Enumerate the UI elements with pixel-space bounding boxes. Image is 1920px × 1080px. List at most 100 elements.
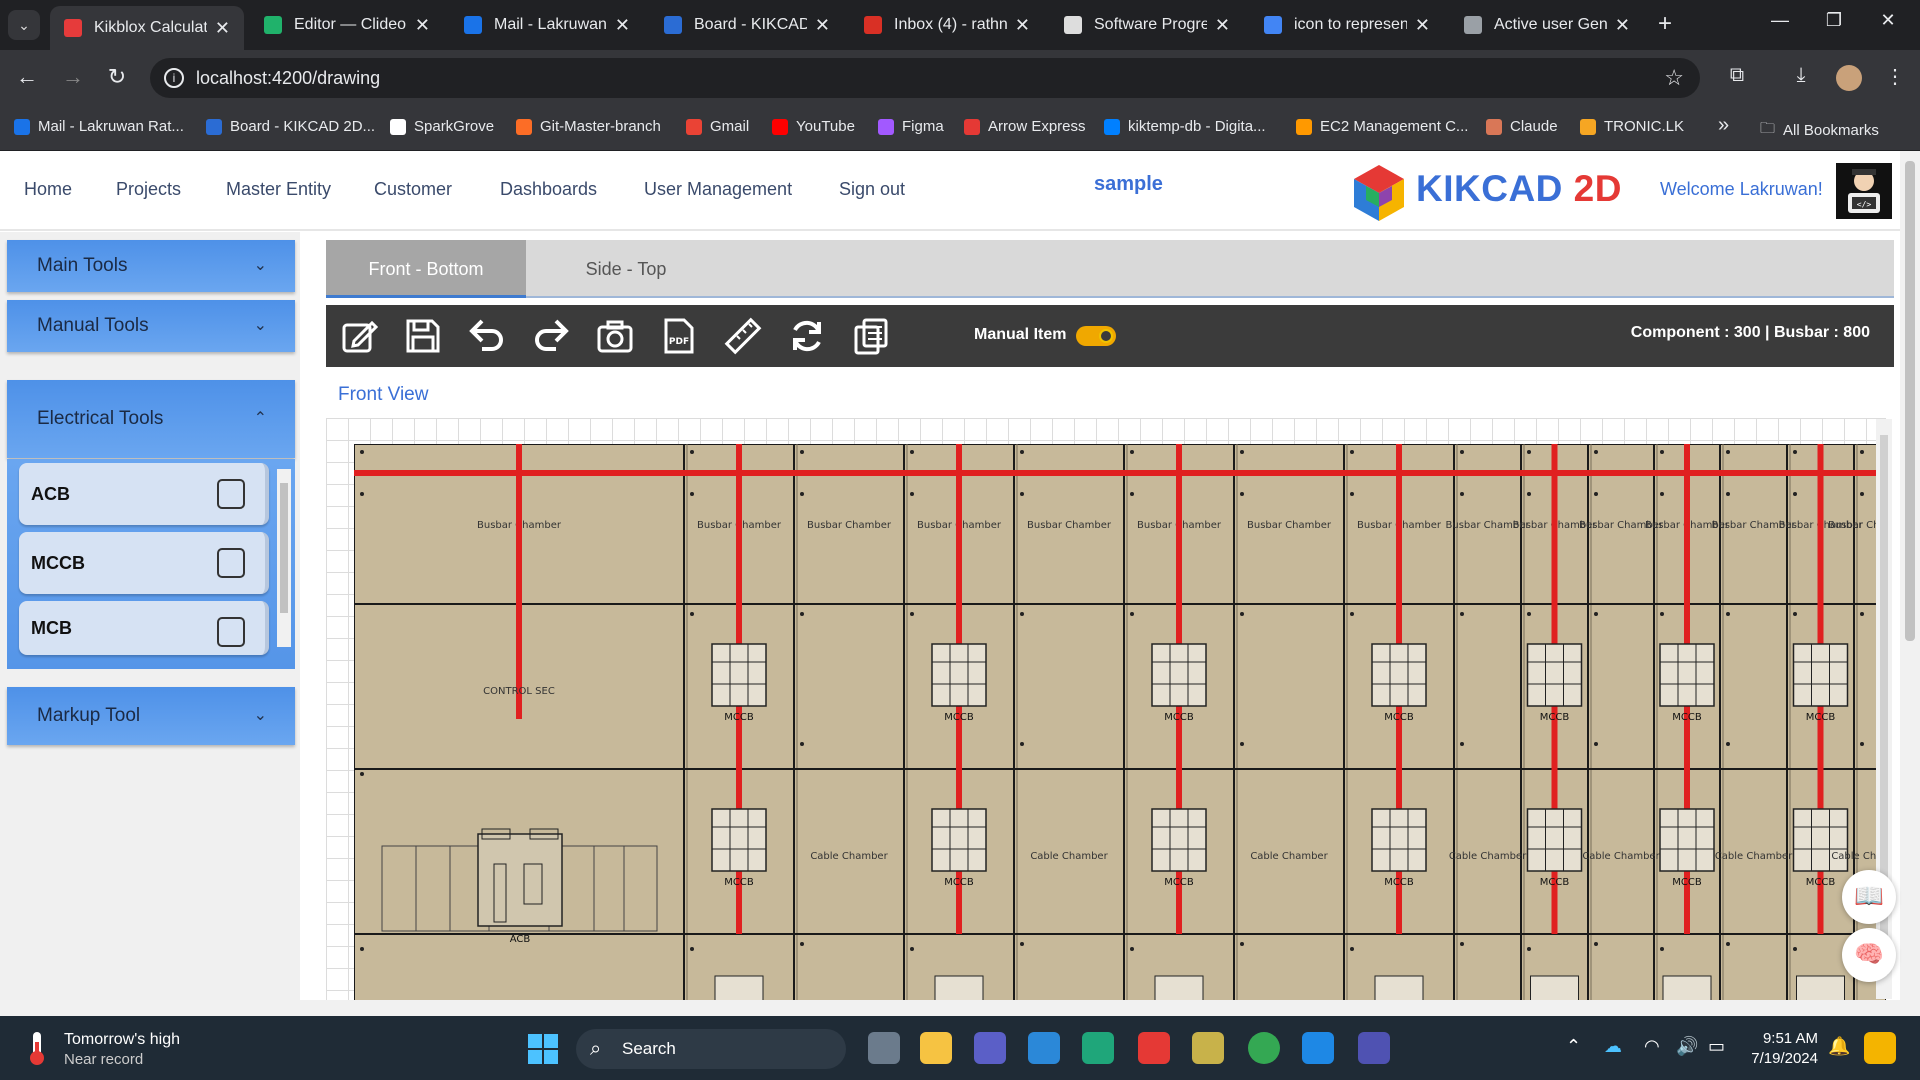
nav-master-entity[interactable]: Master Entity — [226, 179, 331, 200]
bookmark-item[interactable]: EC2 Management C... — [1296, 118, 1468, 135]
site-info-icon[interactable]: i — [164, 68, 184, 88]
wps-office-icon[interactable] — [1138, 1032, 1170, 1064]
bookmark-item[interactable]: Board - KIKCAD 2D... — [206, 118, 375, 135]
tool-list-scrollbar[interactable] — [277, 469, 291, 647]
refresh-icon[interactable] — [788, 317, 826, 355]
tab-search-button[interactable]: ⌄ — [8, 10, 40, 40]
tool-item-acb[interactable]: ACB — [19, 463, 269, 525]
bookmark-item[interactable]: Gmail — [686, 118, 749, 135]
taskbar-search[interactable]: ⌕ Search — [576, 1029, 846, 1069]
volume-icon[interactable]: 🔊 — [1676, 1036, 1698, 1057]
bookmark-item[interactable]: Claude — [1486, 118, 1558, 135]
back-button[interactable]: ← — [12, 64, 42, 90]
browser-tab[interactable]: Kikblox Calculato ✕ — [50, 6, 244, 50]
close-tab-icon[interactable]: ✕ — [615, 15, 630, 36]
teams-icon[interactable] — [974, 1032, 1006, 1064]
edge-icon[interactable] — [1082, 1032, 1114, 1064]
close-tab-icon[interactable]: ✕ — [1215, 15, 1230, 36]
calculator-icon[interactable] — [852, 317, 890, 355]
browser-tab[interactable]: Editor — Clideo ✕ — [250, 7, 444, 43]
user-avatar[interactable]: </> — [1836, 163, 1892, 219]
clock-time[interactable]: 9:51 AM — [1760, 1030, 1818, 1047]
redo-icon[interactable] — [532, 317, 570, 355]
bookmark-item[interactable]: Mail - Lakruwan Rat... — [14, 118, 184, 135]
canvas-horizontal-scrollbar[interactable] — [0, 1000, 1900, 1016]
copilot-icon[interactable] — [1864, 1032, 1896, 1064]
nav-projects[interactable]: Projects — [116, 179, 181, 200]
markup-tool-header[interactable]: Markup Tool ⌄ — [7, 687, 295, 745]
bookmark-item[interactable]: Git-Master-branch — [516, 118, 661, 135]
battery-icon[interactable]: ▭ — [1708, 1036, 1725, 1057]
restore-button[interactable]: ❐ — [1814, 10, 1854, 31]
bookmark-star-icon[interactable]: ☆ — [1664, 58, 1684, 98]
bookmark-item[interactable]: SparkGrove — [390, 118, 494, 135]
close-tab-icon[interactable]: ✕ — [815, 15, 830, 36]
main-tools-header[interactable]: Main Tools ⌄ — [7, 240, 295, 292]
download-icon[interactable]: ⤓ — [1786, 64, 1816, 87]
tool-item-mcb[interactable]: MCB — [19, 601, 269, 655]
clock-date[interactable]: 7/19/2024 — [1738, 1050, 1818, 1067]
browser-menu-icon[interactable]: ⋮ — [1880, 64, 1910, 89]
nav-sign-out[interactable]: Sign out — [839, 179, 905, 200]
url-bar[interactable]: i localhost:4200/drawing ☆ — [150, 58, 1700, 98]
onedrive-icon[interactable]: ☁ — [1604, 1036, 1622, 1057]
browser-tab[interactable]: Inbox (4) - rathn ✕ — [850, 7, 1044, 43]
new-tab-button[interactable]: + — [1650, 10, 1680, 38]
browser-tab[interactable]: Mail - Lakruwan ✕ — [450, 7, 644, 43]
view-tabs: Front - Bottom Side - Top — [326, 240, 1894, 298]
manual-tools-header[interactable]: Manual Tools ⌄ — [7, 300, 295, 352]
pdf-icon[interactable]: PDF — [660, 317, 698, 355]
app-icon[interactable] — [1192, 1032, 1224, 1064]
bookmark-item[interactable]: YouTube — [772, 118, 855, 135]
electrical-tools-header[interactable]: Electrical Tools ⌃ — [7, 380, 295, 458]
tab-front-bottom[interactable]: Front - Bottom — [326, 240, 526, 298]
close-tab-icon[interactable]: ✕ — [415, 15, 430, 36]
chrome-icon[interactable] — [1248, 1032, 1280, 1064]
bookmark-item[interactable]: TRONIC.LK — [1580, 118, 1684, 135]
extensions-icon[interactable]: ⧉ — [1722, 64, 1752, 87]
reload-button[interactable]: ↻ — [102, 64, 132, 90]
close-tab-icon[interactable]: ✕ — [1615, 15, 1630, 36]
reader-mode-icon[interactable]: 📖 — [1842, 870, 1896, 924]
edit-icon[interactable] — [340, 317, 378, 355]
vscode-icon[interactable] — [1302, 1032, 1334, 1064]
nav-user-management[interactable]: User Management — [644, 179, 792, 200]
browser-tab[interactable]: icon to represen ✕ — [1250, 7, 1444, 43]
bookmark-item[interactable]: Figma — [878, 118, 944, 135]
tab-side-top[interactable]: Side - Top — [526, 240, 726, 298]
file-explorer-icon[interactable] — [920, 1032, 952, 1064]
more-bookmarks-button[interactable]: » — [1718, 114, 1729, 137]
bookmark-item[interactable]: Arrow Express — [964, 118, 1086, 135]
save-icon[interactable] — [404, 317, 442, 355]
page-scrollbar[interactable] — [1900, 151, 1920, 1016]
store-icon[interactable] — [1028, 1032, 1060, 1064]
close-tab-icon[interactable]: ✕ — [1415, 15, 1430, 36]
browser-tab[interactable]: Active user Gene ✕ — [1450, 7, 1644, 43]
browser-tab[interactable]: Board - KIKCAD ✕ — [650, 7, 844, 43]
close-tab-icon[interactable]: ✕ — [215, 18, 230, 39]
windows-start-icon[interactable] — [528, 1034, 558, 1064]
manual-item-toggle[interactable] — [1076, 326, 1116, 346]
nav-dashboards[interactable]: Dashboards — [500, 179, 597, 200]
bookmark-item[interactable]: kiktemp-db - Digita... — [1104, 118, 1266, 135]
profile-avatar[interactable] — [1836, 65, 1862, 91]
wifi-icon[interactable]: ◠ — [1644, 1036, 1660, 1057]
teams-new-icon[interactable] — [1358, 1032, 1390, 1064]
forward-button[interactable]: → — [58, 64, 88, 90]
ruler-icon[interactable] — [724, 317, 762, 355]
nav-home[interactable]: Home — [24, 179, 72, 200]
close-tab-icon[interactable]: ✕ — [1015, 15, 1030, 36]
undo-icon[interactable] — [468, 317, 506, 355]
tray-overflow-icon[interactable]: ⌃ — [1566, 1036, 1581, 1057]
notification-bell-icon[interactable]: 🔔 — [1828, 1036, 1850, 1057]
camera-icon[interactable] — [596, 317, 634, 355]
close-window-button[interactable]: ✕ — [1868, 10, 1908, 31]
browser-tab[interactable]: Software Progre ✕ — [1050, 7, 1244, 43]
minimize-button[interactable]: — — [1760, 10, 1800, 31]
nav-customer[interactable]: Customer — [374, 179, 452, 200]
ai-assistant-icon[interactable]: 🧠 — [1842, 928, 1896, 982]
task-view-icon[interactable] — [868, 1032, 900, 1064]
tool-item-mccb[interactable]: MCCB — [19, 532, 269, 594]
drawing-canvas[interactable]: Busbar Chamber CONTROL SEC ACB Busbar Chamb… — [326, 418, 1886, 1000]
all-bookmarks-button[interactable]: 🗀 All Bookmarks — [1760, 118, 1879, 143]
